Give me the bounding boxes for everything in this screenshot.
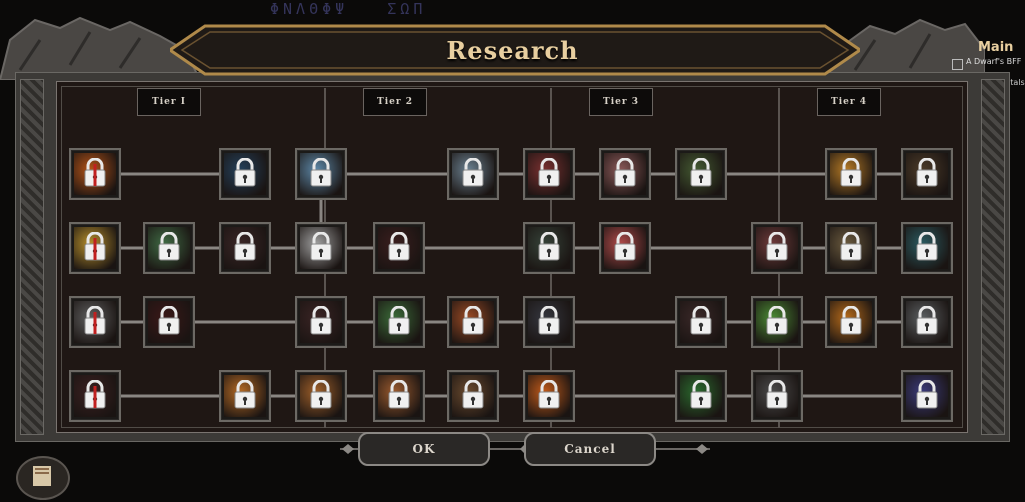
research-node[interactable] (295, 296, 347, 348)
padlock-icon (689, 305, 713, 336)
padlock-icon (461, 305, 485, 336)
window-title: Research (446, 36, 579, 65)
padlock-icon (915, 379, 939, 410)
padlock-icon (537, 231, 561, 262)
research-node[interactable] (901, 222, 953, 274)
research-node[interactable] (599, 222, 651, 274)
padlock-icon (613, 231, 637, 262)
research-node[interactable] (825, 296, 877, 348)
padlock-icon (309, 231, 333, 262)
research-node[interactable] (675, 148, 727, 200)
padlock-icon (537, 305, 561, 336)
padlock-icon (765, 305, 789, 336)
tier-label-4: Tier 4 (817, 88, 881, 116)
research-node[interactable] (219, 222, 271, 274)
research-node[interactable] (69, 296, 121, 348)
padlock-icon (387, 379, 411, 410)
padlock-icon (461, 379, 485, 410)
padlock-icon (309, 379, 333, 410)
padlock-icon (689, 379, 713, 410)
research-node[interactable] (69, 148, 121, 200)
research-node[interactable] (447, 370, 499, 422)
research-node[interactable] (675, 370, 727, 422)
padlock-icon (839, 231, 863, 262)
padlock-icon (83, 379, 107, 410)
padlock-icon (461, 157, 485, 188)
padlock-icon (613, 157, 637, 188)
research-node[interactable] (69, 222, 121, 274)
cancel-button[interactable]: Cancel (524, 432, 656, 466)
research-node[interactable] (373, 296, 425, 348)
padlock-icon (83, 231, 107, 262)
padlock-icon (83, 305, 107, 336)
padlock-icon (765, 379, 789, 410)
research-node[interactable] (901, 148, 953, 200)
research-node[interactable] (295, 222, 347, 274)
research-node[interactable] (69, 370, 121, 422)
padlock-icon (157, 231, 181, 262)
padlock-icon (537, 157, 561, 188)
padlock-icon (689, 157, 713, 188)
padlock-icon (157, 305, 181, 336)
research-node[interactable] (675, 296, 727, 348)
research-node[interactable] (295, 370, 347, 422)
research-node[interactable] (447, 148, 499, 200)
header-glyph-text: ΦΝΛΘΦΨ ΣΩΠ (270, 0, 427, 18)
research-node[interactable] (901, 296, 953, 348)
padlock-icon (233, 379, 257, 410)
ok-button[interactable]: OK (358, 432, 490, 466)
research-node[interactable] (825, 148, 877, 200)
research-node[interactable] (219, 370, 271, 422)
research-node[interactable] (751, 296, 803, 348)
research-tree-panel: Tier I Tier 2 Tier 3 Tier 4 (56, 81, 968, 433)
tier-label-2: Tier 2 (363, 88, 427, 116)
padlock-icon (309, 305, 333, 336)
research-node[interactable] (825, 222, 877, 274)
research-node[interactable] (373, 370, 425, 422)
research-node[interactable] (447, 296, 499, 348)
research-node[interactable] (901, 370, 953, 422)
research-node[interactable] (143, 222, 195, 274)
research-node[interactable] (523, 370, 575, 422)
padlock-icon (915, 231, 939, 262)
research-window: Tier I Tier 2 Tier 3 Tier 4 (15, 72, 1010, 442)
research-node[interactable] (523, 222, 575, 274)
padlock-icon (839, 305, 863, 336)
tier-label-1: Tier I (137, 88, 201, 116)
research-node[interactable] (219, 148, 271, 200)
tier-label-3: Tier 3 (589, 88, 653, 116)
research-node[interactable] (523, 148, 575, 200)
research-node[interactable] (295, 148, 347, 200)
research-node[interactable] (751, 370, 803, 422)
padlock-icon (839, 157, 863, 188)
frame-pillar-right (981, 79, 1005, 435)
frame-pillar-left (20, 79, 44, 435)
research-node[interactable] (373, 222, 425, 274)
padlock-icon (309, 157, 333, 188)
padlock-icon (387, 231, 411, 262)
research-node[interactable] (751, 222, 803, 274)
padlock-icon (83, 157, 107, 188)
research-node[interactable] (523, 296, 575, 348)
padlock-icon (915, 157, 939, 188)
padlock-icon (233, 231, 257, 262)
research-node[interactable] (599, 148, 651, 200)
research-node[interactable] (143, 296, 195, 348)
padlock-icon (537, 379, 561, 410)
journal-book-icon[interactable] (16, 456, 70, 500)
padlock-icon (233, 157, 257, 188)
padlock-icon (387, 305, 411, 336)
padlock-icon (765, 231, 789, 262)
padlock-icon (915, 305, 939, 336)
